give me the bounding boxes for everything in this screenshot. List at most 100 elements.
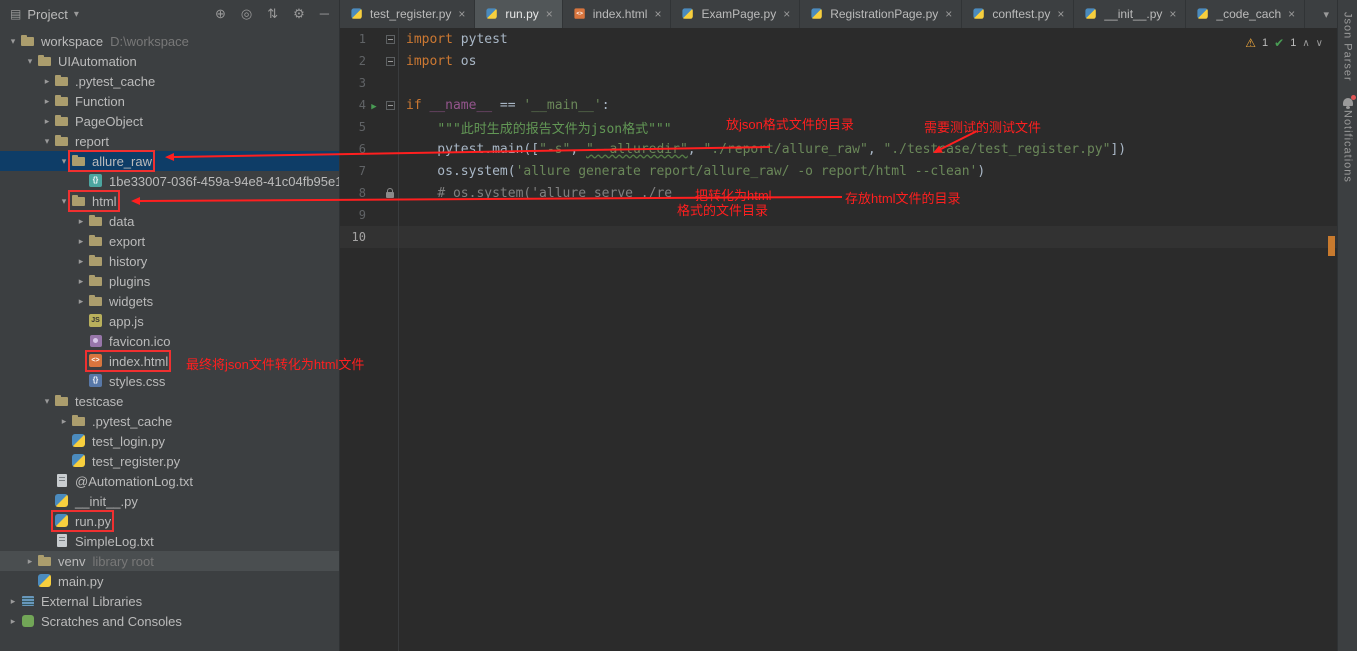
line-number[interactable]: 1 (340, 32, 366, 46)
line-number[interactable]: 6 (340, 142, 366, 156)
tab-test-register-py[interactable]: test_register.py × (340, 0, 476, 28)
line-number[interactable]: 7 (340, 164, 366, 178)
chevron-collapsed-icon[interactable]: ▸ (74, 216, 88, 227)
tree-item-test-login-py[interactable]: test_login.py (0, 431, 339, 451)
tree-item-workspace[interactable]: ▾ workspace D:\workspace (0, 31, 339, 51)
line-number[interactable]: 3 (340, 76, 366, 90)
chevron-collapsed-icon[interactable]: ▸ (74, 296, 88, 307)
tree-item-pytest-cache[interactable]: ▸ .pytest_cache (0, 411, 339, 431)
line-number[interactable]: 10 (340, 230, 366, 244)
line-number[interactable]: 5 (340, 120, 366, 134)
inspections-widget[interactable]: ⚠ 1 ✔ 1 ∧ ∨ (1245, 36, 1323, 50)
chevron-expanded-icon[interactable]: ▾ (23, 56, 37, 67)
tab-registrationpage-py[interactable]: RegistrationPage.py × (800, 0, 963, 28)
close-tab-icon[interactable]: × (1057, 7, 1064, 21)
run-line-icon[interactable]: ▶ (371, 102, 376, 112)
tab-run-py[interactable]: run.py × (475, 0, 563, 28)
chevron-down-icon[interactable]: ▾ (74, 9, 79, 20)
close-tab-icon[interactable]: × (1169, 7, 1176, 21)
chevron-collapsed-icon[interactable]: ▸ (40, 96, 54, 107)
tree-item-scratches-and-consoles[interactable]: ▸ Scratches and Consoles (0, 611, 339, 631)
notifications-bell-icon[interactable] (1342, 94, 1356, 109)
tree-item-plugins[interactable]: ▸ plugins (0, 271, 339, 291)
scrollbar-caret-mark[interactable] (1328, 236, 1335, 256)
line-number[interactable]: 9 (340, 208, 366, 222)
tree-item-test-register-py[interactable]: test_register.py (0, 451, 339, 471)
tab-code-cach[interactable]: _code_cach × (1186, 0, 1306, 28)
chevron-collapsed-icon[interactable]: ▸ (74, 276, 88, 287)
line-number[interactable]: 4 (340, 98, 366, 112)
chevron-expanded-icon[interactable]: ▾ (40, 396, 54, 407)
tree-item-automationlog-txt[interactable]: @AutomationLog.txt (0, 471, 339, 491)
chevron-expanded-icon[interactable]: ▾ (57, 156, 71, 167)
tree-item-run-py[interactable]: run.py (0, 510, 339, 532)
chevron-collapsed-icon[interactable]: ▸ (57, 416, 71, 427)
next-highlight-chevron-down-icon[interactable]: ∨ (1316, 38, 1323, 49)
notifications-tool-tab[interactable]: Notifications (1342, 110, 1354, 183)
editor[interactable]: 1 import pytest 2 import os 3 4 ▶ if __name__ =… (340, 28, 1337, 651)
chevron-collapsed-icon[interactable]: ▸ (6, 596, 20, 607)
tab-conftest-py[interactable]: conftest.py × (962, 0, 1075, 28)
line-number[interactable]: 2 (340, 54, 366, 68)
tree-item-main-py[interactable]: main.py (0, 571, 339, 591)
tree-item-data[interactable]: ▸ data (0, 211, 339, 231)
collapse-all-icon[interactable]: ⇅ (267, 6, 278, 22)
chevron-expanded-icon[interactable]: ▾ (6, 36, 20, 47)
close-tab-icon[interactable]: × (654, 7, 661, 21)
settings-icon[interactable]: ⚙ (293, 6, 305, 22)
tab-init-py[interactable]: __init__.py × (1074, 0, 1187, 28)
chevron-collapsed-icon[interactable]: ▸ (74, 256, 88, 267)
close-tab-icon[interactable]: × (1288, 7, 1295, 21)
tree-item-index-html[interactable]: index.html (0, 350, 339, 372)
code-line-6[interactable]: 6 pytest.main(["-s", "--alluredir", "./r… (340, 138, 1337, 160)
tree-item-report[interactable]: ▾ report (0, 131, 339, 151)
code-line-5[interactable]: 5 """此时生成的报告文件为json格式""" (340, 116, 1337, 138)
scroll-from-source-icon[interactable]: ◎ (241, 6, 252, 22)
chevron-collapsed-icon[interactable]: ▸ (74, 236, 88, 247)
tree-item-html[interactable]: ▾ html (0, 190, 339, 212)
fold-region-icon[interactable] (385, 34, 395, 44)
chevron-expanded-icon[interactable]: ▾ (57, 196, 71, 207)
hide-panel-icon[interactable]: ─ (320, 6, 329, 22)
code-line-10[interactable]: 10 (340, 226, 1337, 248)
tree-item-pageobject[interactable]: ▸ PageObject (0, 111, 339, 131)
tree-item-favicon-ico[interactable]: favicon.ico (0, 331, 339, 351)
tree-item-history[interactable]: ▸ history (0, 251, 339, 271)
tree-item-simplelog-txt[interactable]: SimpleLog.txt (0, 531, 339, 551)
close-tab-icon[interactable]: × (945, 7, 952, 21)
tree-item-1be33007-036f-459a-94e8-41c04fb95e1[interactable]: 1be33007-036f-459a-94e8-41c04fb95e1... (0, 171, 339, 191)
tree-item-function[interactable]: ▸ Function (0, 91, 339, 111)
project-panel-title[interactable]: Project (27, 7, 67, 22)
code-line-3[interactable]: 3 (340, 72, 1337, 94)
code-line-9[interactable]: 9 (340, 204, 1337, 226)
tree-item-styles-css[interactable]: styles.css (0, 371, 339, 391)
code-line-2[interactable]: 2 import os (340, 50, 1337, 72)
code-line-8[interactable]: 8 # os.system('allure serve ./re (340, 182, 1337, 204)
tree-item-widgets[interactable]: ▸ widgets (0, 291, 339, 311)
chevron-collapsed-icon[interactable]: ▸ (40, 76, 54, 87)
tree-item-pytest-cache[interactable]: ▸ .pytest_cache (0, 71, 339, 91)
tree-item-venv[interactable]: ▸ venv library root (0, 551, 339, 571)
chevron-collapsed-icon[interactable]: ▸ (23, 556, 37, 567)
close-tab-icon[interactable]: × (783, 7, 790, 21)
code-line-7[interactable]: 7 os.system('allure generate report/allu… (340, 160, 1337, 182)
code-line-4[interactable]: 4 ▶ if __name__ == '__main__': (340, 94, 1337, 116)
chevron-collapsed-icon[interactable]: ▸ (40, 116, 54, 127)
close-tab-icon[interactable]: × (546, 7, 553, 21)
fold-region-icon[interactable] (385, 56, 395, 66)
chevron-expanded-icon[interactable]: ▾ (40, 136, 54, 147)
tree-item-init-py[interactable]: __init__.py (0, 491, 339, 511)
tree-item-external-libraries[interactable]: ▸ External Libraries (0, 591, 339, 611)
code-line-1[interactable]: 1 import pytest (340, 28, 1337, 50)
line-number[interactable]: 8 (340, 186, 366, 200)
tree-item-app-js[interactable]: app.js (0, 311, 339, 331)
chevron-collapsed-icon[interactable]: ▸ (6, 616, 20, 627)
close-tab-icon[interactable]: × (458, 7, 465, 21)
hidden-tabs-chevron-down-icon[interactable]: ▾ (1315, 0, 1337, 28)
tab-index-html[interactable]: index.html × (563, 0, 672, 28)
tab-exampage-py[interactable]: ExamPage.py × (671, 0, 801, 28)
tree-item-testcase[interactable]: ▾ testcase (0, 391, 339, 411)
tree-item-allure-raw[interactable]: ▾ allure_raw (0, 150, 339, 172)
tree-item-uiautomation[interactable]: ▾ UIAutomation (0, 51, 339, 71)
json-parser-tool-tab[interactable]: Json Parser (1342, 12, 1354, 82)
